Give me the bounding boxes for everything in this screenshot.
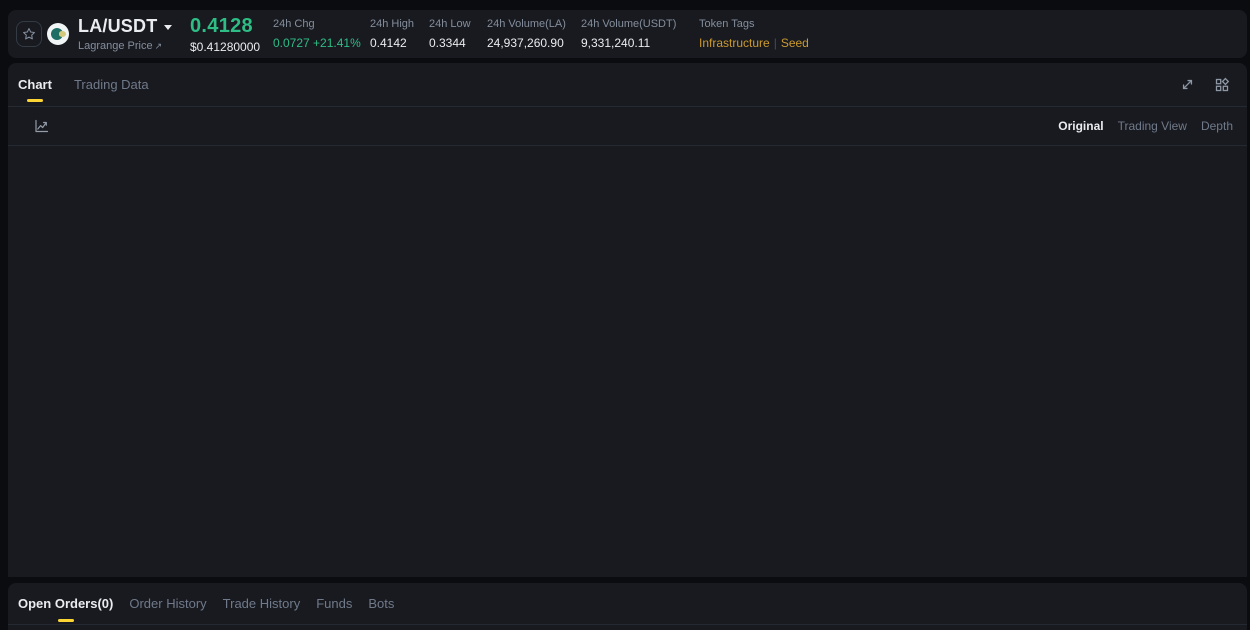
chart-view-tabs: Original Trading View Depth (1058, 119, 1233, 133)
tab-chart[interactable]: Chart (18, 63, 52, 106)
tab-order-history[interactable]: Order History (129, 583, 206, 624)
stat-value: 0.4142 (370, 36, 414, 50)
pair-block: LA/USDT Lagrange Price ↗ (78, 16, 172, 52)
orders-tabbar: Open Orders(0) Order History Trade Histo… (8, 583, 1247, 625)
stat-24h-low: 24h Low 0.3344 (429, 18, 471, 50)
market-header: LA/USDT Lagrange Price ↗ 0.4128 $0.41280… (8, 10, 1247, 58)
tab-open-orders-label: Open Orders(0) (18, 596, 113, 611)
tab-funds[interactable]: Funds (316, 583, 352, 624)
coin-logo (47, 23, 69, 45)
expand-icon (1180, 77, 1195, 92)
stat-24h-volume-quote: 24h Volume(USDT) 9,331,240.11 (581, 18, 676, 50)
token-tags: Token Tags Infrastructure | Seed (699, 18, 809, 50)
line-chart-icon (33, 118, 49, 134)
view-tab-depth[interactable]: Depth (1201, 119, 1233, 133)
chevron-down-icon (164, 25, 172, 30)
stat-value: 0.0727 +21.41% (273, 36, 361, 50)
pair-fullname: Lagrange Price (78, 40, 153, 52)
tab-bots-label: Bots (368, 596, 394, 611)
stat-label: 24h Chg (273, 18, 361, 30)
layout-grid-button[interactable] (1214, 77, 1230, 93)
line-chart-tool-button[interactable] (33, 118, 49, 134)
star-icon (22, 27, 36, 41)
pair-selector[interactable]: LA/USDT (78, 16, 172, 37)
tab-trade-history-label: Trade History (223, 596, 301, 611)
tab-bots[interactable]: Bots (368, 583, 394, 624)
stat-24h-high: 24h High 0.4142 (370, 18, 414, 50)
chart-toolbar: Original Trading View Depth (8, 107, 1247, 146)
pair-fullname-link[interactable]: Lagrange Price ↗ (78, 40, 172, 52)
stat-value: 0.3344 (429, 36, 471, 50)
stat-label: 24h Volume(USDT) (581, 18, 676, 30)
tab-funds-label: Funds (316, 596, 352, 611)
token-tags-label: Token Tags (699, 18, 809, 30)
tab-chart-label: Chart (18, 77, 52, 92)
favorite-button[interactable] (16, 21, 42, 47)
stat-value: 24,937,260.90 (487, 36, 566, 50)
tab-trade-history[interactable]: Trade History (223, 583, 301, 624)
stat-label: 24h High (370, 18, 414, 30)
view-tab-original[interactable]: Original (1058, 119, 1103, 133)
view-tab-trading-view[interactable]: Trading View (1118, 119, 1187, 133)
tab-trading-data-label: Trading Data (74, 77, 149, 92)
token-tag-infrastructure[interactable]: Infrastructure (699, 36, 770, 50)
stat-label: 24h Low (429, 18, 471, 30)
tab-trading-data[interactable]: Trading Data (74, 63, 149, 106)
active-tab-indicator (27, 99, 43, 102)
chart-canvas-area[interactable] (8, 146, 1247, 577)
stat-24h-change: 24h Chg 0.0727 +21.41% (273, 18, 361, 50)
active-tab-indicator (58, 619, 74, 622)
tab-open-orders[interactable]: Open Orders(0) (18, 583, 113, 624)
last-price-usd: $0.41280000 (190, 40, 260, 54)
last-price: 0.4128 (190, 15, 260, 38)
layout-grid-icon (1214, 77, 1230, 93)
stat-value: 9,331,240.11 (581, 36, 676, 50)
coin-logo-spark (59, 31, 66, 37)
chart-tabbar: Chart Trading Data (8, 63, 1247, 107)
chart-panel: Chart Trading Data (8, 63, 1247, 577)
tag-separator: | (774, 36, 777, 50)
external-link-icon: ↗ (155, 41, 163, 52)
expand-chart-button[interactable] (1180, 77, 1195, 92)
pair-title: LA/USDT (78, 16, 157, 37)
stat-24h-volume-base: 24h Volume(LA) 24,937,260.90 (487, 18, 566, 50)
token-tag-seed[interactable]: Seed (781, 36, 809, 50)
price-block: 0.4128 $0.41280000 (190, 15, 260, 54)
stat-label: 24h Volume(LA) (487, 18, 566, 30)
orders-panel: Open Orders(0) Order History Trade Histo… (8, 583, 1247, 630)
tab-order-history-label: Order History (129, 596, 206, 611)
